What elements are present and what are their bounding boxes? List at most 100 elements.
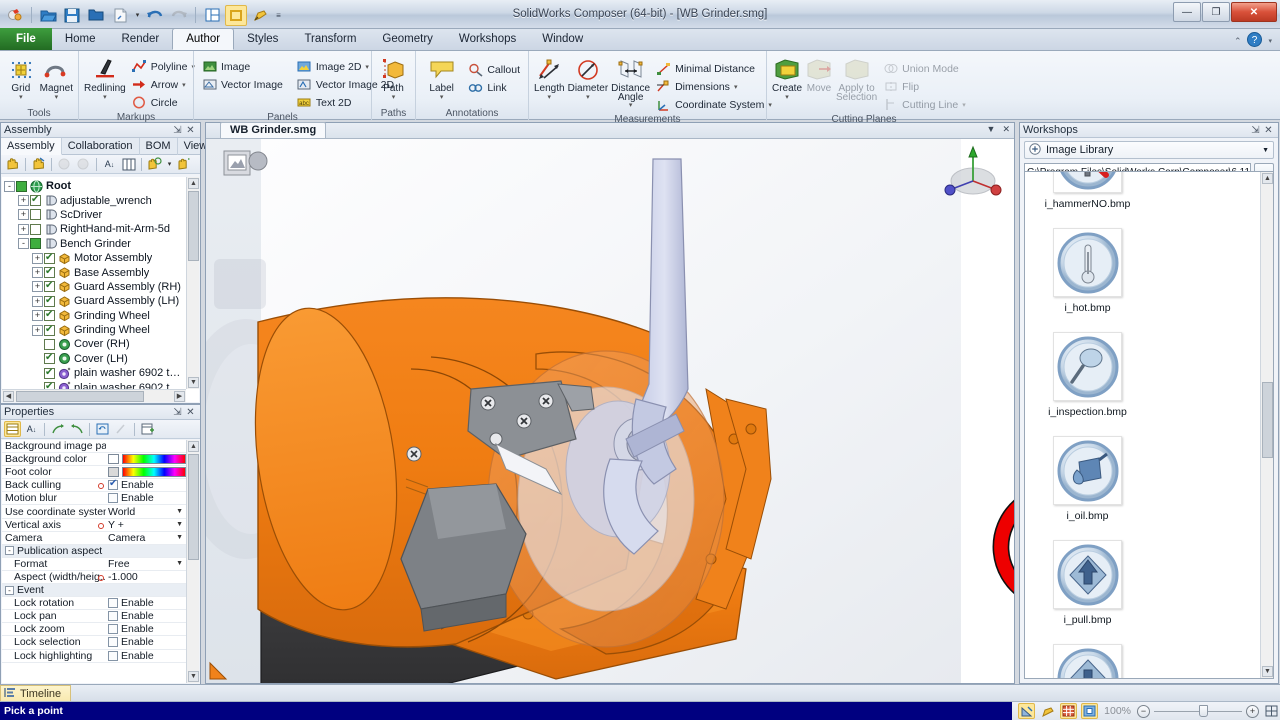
show-hidden-icon[interactable] xyxy=(56,156,73,172)
menu-render[interactable]: Render xyxy=(109,28,173,50)
open-icon[interactable] xyxy=(37,5,59,26)
assembly-panel-pin-icon[interactable]: ⇲ xyxy=(171,125,184,136)
assembly-tree-vertical-scrollbar[interactable]: ▲ ▼ xyxy=(186,177,199,389)
advanced-select-icon[interactable] xyxy=(176,156,193,172)
property-value[interactable]: World ▼ xyxy=(106,506,186,518)
property-checkbox[interactable] xyxy=(108,479,118,491)
group-collapse-icon[interactable]: - xyxy=(5,585,14,595)
visibility-checkbox[interactable] xyxy=(16,180,27,192)
property-dropdown-caret-icon[interactable]: ▼ xyxy=(176,534,183,541)
image-library-item[interactable]: i_inspection.bmp xyxy=(1030,328,1145,432)
circle-button[interactable]: Circle xyxy=(129,94,198,111)
tree-node[interactable]: + adjustable_wrench xyxy=(4,193,185,207)
push-arrow-icon[interactable] xyxy=(1053,644,1122,678)
property-row[interactable]: Lock rotation Enable xyxy=(2,597,186,611)
distance-angle-button[interactable]: Distance Angle ▾ xyxy=(611,55,650,109)
expand-icon[interactable]: + xyxy=(32,295,43,307)
scroll-left-arrow-icon[interactable]: ◀ xyxy=(3,391,14,402)
tab-bom[interactable]: BOM xyxy=(140,138,178,155)
property-value[interactable]: Enable xyxy=(106,650,186,662)
assembly-toolbar[interactable]: A↓ ▾ xyxy=(1,155,200,174)
link-button[interactable]: Link xyxy=(465,79,523,96)
property-checkbox[interactable] xyxy=(108,637,118,648)
tree-node[interactable]: + Motor Assembly xyxy=(4,251,185,265)
create-cutting-plane-button[interactable]: Create ▾ xyxy=(772,55,802,101)
library-scroll-thumb[interactable] xyxy=(1262,382,1273,458)
expand-icon[interactable]: + xyxy=(32,252,43,264)
property-dropdown-caret-icon[interactable]: ▼ xyxy=(176,508,183,515)
property-row[interactable]: Back culling Enable xyxy=(2,479,186,493)
magnet-caret-icon[interactable]: ▾ xyxy=(55,94,59,101)
properties-scroll-down-icon[interactable]: ▼ xyxy=(188,671,199,682)
property-row[interactable]: Camera Camera ▼ xyxy=(2,532,186,545)
zoom-slider[interactable] xyxy=(1154,704,1242,718)
workshops-panel-pin-icon[interactable]: ⇲ xyxy=(1249,125,1262,136)
visibility-checkbox[interactable] xyxy=(44,309,55,322)
property-value[interactable]: Enable xyxy=(106,597,186,609)
zoom-in-button[interactable]: + xyxy=(1246,704,1259,718)
cutting-line-button[interactable]: Cutting Line ▾ xyxy=(880,96,969,113)
paint-icon[interactable] xyxy=(249,5,271,26)
tree-node[interactable]: - Bench Grinder xyxy=(4,237,185,251)
property-group-row[interactable]: - Publication aspect xyxy=(2,544,186,558)
cutting-line-caret-icon[interactable]: ▾ xyxy=(962,101,966,109)
tree-node[interactable]: plain washer 6902 type a xyxy=(4,366,185,380)
visibility-checkbox[interactable] xyxy=(30,194,41,207)
image-library-item[interactable]: i_push.bmp xyxy=(1030,640,1145,678)
redlining-button[interactable]: Redlining ▾ xyxy=(84,55,126,101)
sort-az-icon[interactable]: A↓ xyxy=(101,156,118,172)
minimize-button[interactable]: — xyxy=(1173,2,1201,22)
menu-window[interactable]: Window xyxy=(529,28,596,50)
tree-node[interactable]: + Guard Assembly (RH) xyxy=(4,280,185,294)
grid-button[interactable]: Grid ▾ xyxy=(5,55,37,101)
property-row[interactable]: Lock selection Enable xyxy=(2,636,186,650)
length-caret-icon[interactable]: ▾ xyxy=(548,94,552,101)
document-tab[interactable]: WB Grinder.smg xyxy=(220,122,327,138)
expand-icon[interactable]: + xyxy=(18,209,29,221)
dimensions-button[interactable]: Dimensions ▾ xyxy=(653,78,775,95)
visibility-checkbox[interactable] xyxy=(44,338,55,350)
document-tab-bar[interactable]: WB Grinder.smg ▼ ✕ xyxy=(206,122,1014,139)
frame-icon[interactable] xyxy=(225,4,247,26)
label-button[interactable]: Label ▾ xyxy=(421,55,462,101)
menu-transform[interactable]: Transform xyxy=(291,28,369,50)
search-tree-icon[interactable] xyxy=(146,156,163,172)
visibility-checkbox[interactable] xyxy=(30,223,41,235)
expand-icon[interactable]: + xyxy=(32,324,43,336)
fit-status-icon[interactable] xyxy=(1081,703,1099,719)
redo-icon[interactable] xyxy=(168,5,190,26)
window-controls[interactable]: — ❐ ✕ xyxy=(1173,2,1277,22)
image-library-item[interactable]: i_oil.bmp xyxy=(1030,432,1145,536)
menu-file[interactable]: File xyxy=(0,28,52,50)
menu-bar[interactable]: File Home Render Author Styles Transform… xyxy=(0,28,1280,51)
callout-button[interactable]: Callout xyxy=(465,61,523,78)
diameter-button[interactable]: Diameter ▾ xyxy=(568,55,608,101)
color-spectrum-bar[interactable] xyxy=(122,467,186,478)
visibility-checkbox[interactable] xyxy=(44,266,55,279)
flip-button[interactable]: Flip xyxy=(880,78,969,95)
paint-status-icon[interactable] xyxy=(1039,703,1056,719)
tree-node[interactable]: + ScDriver xyxy=(4,208,185,222)
property-value[interactable]: Y + ▼ xyxy=(106,519,186,531)
property-value[interactable]: Enable xyxy=(106,610,186,622)
property-row[interactable]: Motion blur Enable xyxy=(2,492,186,506)
3d-viewport[interactable] xyxy=(206,139,1014,683)
zoom-slider-knob[interactable] xyxy=(1199,705,1208,717)
length-button[interactable]: Length ▾ xyxy=(534,55,565,101)
property-checkbox[interactable] xyxy=(108,493,118,504)
visibility-checkbox[interactable] xyxy=(30,238,41,250)
document-tab-controls[interactable]: ▼ ✕ xyxy=(987,124,1010,135)
property-row[interactable]: Lock highlighting Enable xyxy=(2,650,186,663)
workshop-dropdown-caret-icon[interactable]: ▼ xyxy=(1262,147,1269,154)
union-mode-button[interactable]: Union Mode xyxy=(880,60,969,77)
apply-to-selection-button[interactable]: Apply to Selection xyxy=(836,55,877,103)
polyline-button[interactable]: Polyline ▾ xyxy=(129,58,198,75)
tab-assembly[interactable]: Assembly xyxy=(1,138,62,155)
property-value[interactable]: -1.000 xyxy=(106,571,186,583)
scroll-down-arrow-icon[interactable]: ▼ xyxy=(188,377,199,388)
fit-to-window-button[interactable] xyxy=(1263,703,1280,719)
scroll-right-arrow-icon[interactable]: ▶ xyxy=(174,391,185,402)
visibility-checkbox[interactable] xyxy=(30,209,41,221)
grid-caret-icon[interactable]: ▾ xyxy=(19,94,23,101)
properties-panel-pin-icon[interactable]: ⇲ xyxy=(171,407,184,418)
